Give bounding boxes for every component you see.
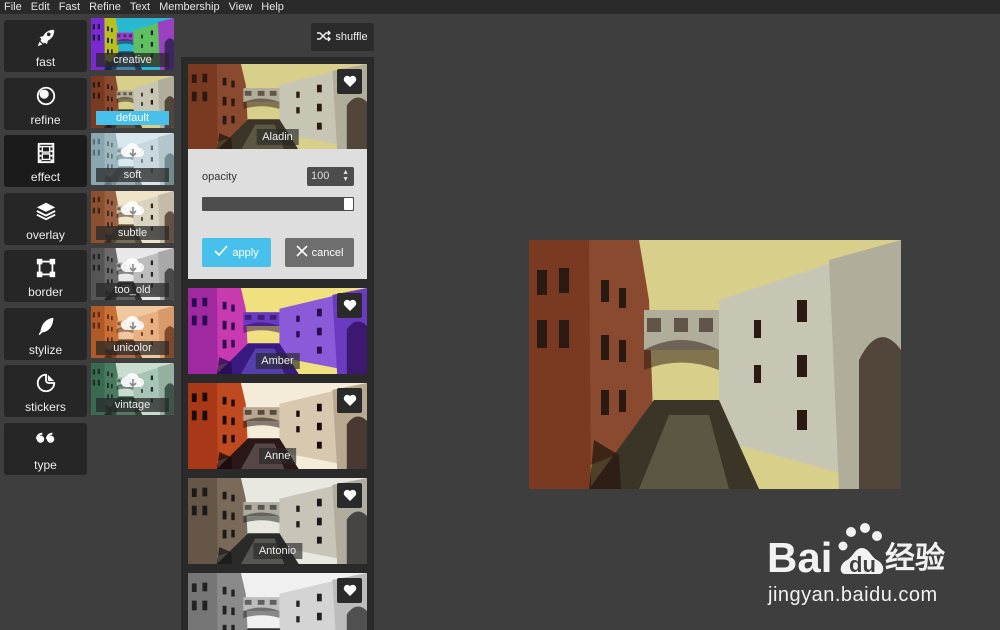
filter-label: Anne: [258, 448, 297, 464]
category-vintage[interactable]: vintage: [91, 363, 174, 415]
tool-refine[interactable]: refine: [4, 77, 87, 130]
tool-type[interactable]: type: [4, 422, 87, 475]
category-label: too_old: [96, 283, 169, 297]
category-soft[interactable]: soft: [91, 133, 174, 185]
category-label: soft: [96, 168, 169, 182]
menu-text[interactable]: Text: [130, 0, 150, 14]
menu-edit[interactable]: Edit: [31, 0, 50, 14]
cloud-download-icon: [120, 141, 146, 166]
menu-view[interactable]: View: [229, 0, 253, 14]
tool-fast[interactable]: fast: [4, 20, 87, 72]
tool-label: overlay: [26, 227, 65, 242]
slider-handle[interactable]: [344, 198, 353, 210]
filter-anne[interactable]: Anne: [188, 383, 367, 469]
edited-photo: [529, 240, 901, 489]
menu-membership[interactable]: Membership: [159, 0, 220, 14]
filter-amber[interactable]: Amber: [188, 288, 367, 374]
cloud-download-icon: [120, 371, 146, 396]
tool-label: stylize: [28, 342, 63, 357]
menu-bar: File Edit Fast Refine Text Membership Vi…: [0, 0, 1000, 14]
tool-label: type: [34, 457, 57, 472]
category-creative[interactable]: creative: [91, 18, 174, 70]
cancel-label: cancel: [311, 246, 344, 259]
filter-label: Amber: [255, 353, 300, 369]
cloud-download-icon: [120, 256, 146, 281]
heart-icon[interactable]: [337, 293, 362, 318]
cloud-download-icon: [120, 314, 146, 339]
filter-next[interactable]: [188, 573, 367, 630]
sticker-icon: [34, 371, 58, 395]
rocket-icon: [34, 26, 58, 50]
apply-button[interactable]: apply: [202, 238, 271, 267]
category-default[interactable]: default: [91, 75, 174, 128]
baidu-logo: Bai du 经验: [767, 523, 945, 581]
category-label: unicolor: [96, 340, 169, 355]
refine-icon: [34, 84, 58, 108]
check-icon: [214, 245, 232, 260]
apply-label: apply: [232, 246, 259, 259]
menu-file[interactable]: File: [4, 0, 22, 14]
border-icon: [34, 256, 58, 280]
cloud-download-icon: [120, 199, 146, 224]
category-label: vintage: [96, 398, 169, 412]
category-label: creative: [96, 53, 169, 67]
layers-icon: [34, 199, 58, 223]
opacity-value: 100: [311, 170, 330, 182]
baidu-watermark: Bai du 经验 jingyan.baidu.com: [767, 520, 997, 610]
menu-fast[interactable]: Fast: [59, 0, 80, 14]
tool-stickers[interactable]: stickers: [4, 365, 87, 417]
filter-label: Aladin: [256, 129, 299, 145]
category-subtle[interactable]: subtle: [91, 190, 174, 243]
menu-help[interactable]: Help: [261, 0, 284, 14]
feather-icon: [34, 314, 58, 338]
heart-icon[interactable]: [337, 483, 362, 508]
svg-text:du: du: [849, 552, 876, 577]
canvas-image[interactable]: [529, 240, 901, 489]
heart-icon[interactable]: [337, 578, 362, 603]
tool-stylize[interactable]: stylize: [4, 307, 87, 360]
quote-icon: [34, 429, 58, 453]
tool-overlay[interactable]: overlay: [4, 192, 87, 245]
shuffle-button[interactable]: shuffle: [311, 23, 374, 51]
category-too-old[interactable]: too_old: [91, 248, 174, 300]
filter-label: Antonio: [252, 543, 303, 559]
close-icon: [296, 245, 312, 260]
heart-icon[interactable]: [337, 69, 362, 94]
menu-refine[interactable]: Refine: [89, 0, 121, 14]
category-label: subtle: [96, 225, 169, 240]
tool-label: stickers: [25, 400, 66, 414]
opacity-slider[interactable]: [202, 197, 354, 211]
category-unicolor[interactable]: unicolor: [91, 305, 174, 358]
shuffle-label: shuffle: [335, 31, 368, 43]
tool-label: effect: [30, 170, 61, 184]
tool-label: border: [28, 285, 63, 299]
filter-list: Aladin opacity 100 ▲ ▼ apply cancel Amber…: [181, 57, 374, 630]
tool-sidebar: fast refine effect overlay border styliz…: [4, 20, 87, 480]
filter-antonio[interactable]: Antonio: [188, 478, 367, 564]
tool-effect[interactable]: effect: [4, 135, 87, 187]
svg-text:Bai: Bai: [767, 534, 832, 580]
spinner-arrows-icon[interactable]: ▲ ▼: [342, 169, 349, 183]
film-icon: [34, 141, 58, 165]
tool-border[interactable]: border: [4, 250, 87, 302]
opacity-panel: opacity 100 ▲ ▼ apply cancel: [188, 149, 367, 279]
filter-aladin[interactable]: Aladin: [188, 64, 367, 150]
svg-text:经验: 经验: [885, 541, 945, 576]
tool-label: refine: [30, 112, 61, 127]
watermark-url: jingyan.baidu.com: [768, 584, 938, 606]
cancel-button[interactable]: cancel: [285, 238, 354, 267]
opacity-spinner[interactable]: 100 ▲ ▼: [307, 167, 354, 186]
shuffle-icon: [317, 30, 335, 45]
opacity-label: opacity: [202, 171, 237, 183]
category-label: default: [96, 110, 169, 125]
tool-label: fast: [35, 55, 56, 69]
effect-categories: creative default soft subtle too_old uni…: [91, 18, 174, 421]
heart-icon[interactable]: [337, 388, 362, 413]
